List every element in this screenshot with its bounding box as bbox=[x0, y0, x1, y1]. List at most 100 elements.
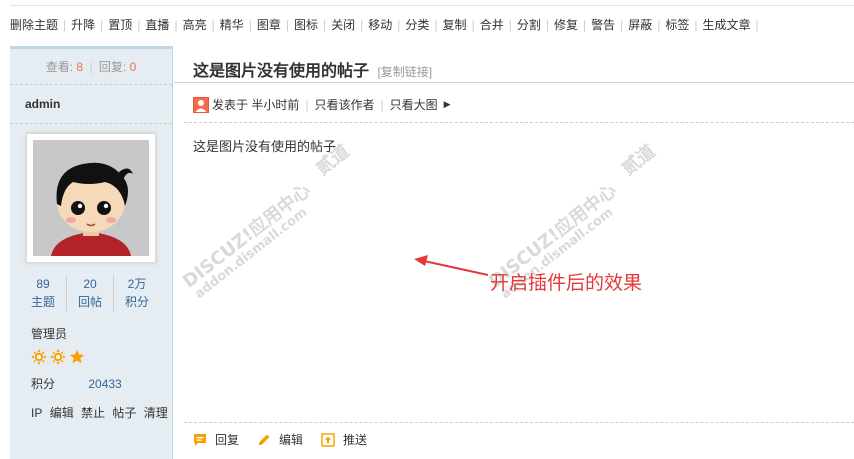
user-rank[interactable]: 管理员 bbox=[31, 325, 67, 342]
user-admin-actions: IP 编辑 禁止 帖子 清理 bbox=[31, 404, 172, 421]
push-button[interactable]: 推送 bbox=[321, 431, 367, 448]
count-label: 主题 bbox=[30, 295, 55, 309]
toolbar-separator: | bbox=[63, 17, 67, 32]
triangle-right-icon[interactable]: ▶ bbox=[444, 99, 451, 110]
post-content: 这是图片没有使用的帖子 bbox=[193, 139, 337, 154]
only-author-link[interactable]: 只看该作者 bbox=[314, 96, 374, 113]
count-value: 89 bbox=[36, 277, 50, 291]
admin-toolbar: 删除主题 | 升降 | 置顶 | 直播 | 高亮 | 精华 | 图章 | 图标 | 关闭 | 移动 | 分类 | 复制 | 合并… bbox=[0, 0, 854, 48]
toolbar-separator: | bbox=[694, 17, 698, 32]
posts-action[interactable]: 帖子 bbox=[112, 406, 136, 420]
count-label: 回帖 bbox=[77, 295, 102, 309]
toolbar-separator: | bbox=[137, 17, 141, 32]
large-image-link[interactable]: 只看大图 bbox=[390, 96, 438, 113]
toolbar-top-rule bbox=[10, 5, 854, 6]
toolbar-split-button[interactable]: 分割 bbox=[517, 16, 541, 33]
watermark-site: addon.dismall.com bbox=[192, 204, 311, 303]
toolbar-separator: | bbox=[360, 17, 364, 32]
pencil-icon bbox=[259, 434, 270, 445]
count-replies[interactable]: 20 回帖 bbox=[66, 275, 113, 311]
stats-separator: | bbox=[89, 60, 93, 74]
toolbar-separator: | bbox=[620, 17, 624, 32]
post-title-row: 这是图片没有使用的帖子 [复制链接] bbox=[193, 57, 432, 81]
post-title: 这是图片没有使用的帖子 bbox=[193, 63, 370, 80]
toolbar-move-button[interactable]: 移动 bbox=[368, 16, 392, 33]
author-icon bbox=[193, 96, 209, 113]
ip-action[interactable]: IP bbox=[31, 406, 42, 420]
annotation-text: 开启插件后的效果 bbox=[490, 273, 643, 294]
star-icon bbox=[69, 349, 85, 364]
avatar[interactable] bbox=[26, 133, 156, 263]
toolbar-separator: | bbox=[755, 17, 759, 32]
edit-user-action[interactable]: 编辑 bbox=[50, 406, 74, 420]
footer-divider bbox=[184, 422, 854, 423]
count-value: 20 bbox=[83, 277, 97, 291]
toolbar-highlight-button[interactable]: 高亮 bbox=[183, 16, 207, 33]
toolbar-separator: | bbox=[285, 17, 289, 32]
reply-icon bbox=[194, 433, 206, 446]
toolbar-close-button[interactable]: 关闭 bbox=[331, 16, 355, 33]
toolbar-raise-lower-button[interactable]: 升降 bbox=[71, 16, 95, 33]
ban-action[interactable]: 禁止 bbox=[81, 406, 105, 420]
title-divider bbox=[174, 82, 854, 83]
rank-stars bbox=[31, 349, 85, 365]
toolbar-merge-button[interactable]: 合并 bbox=[480, 16, 504, 33]
posted-time: 发表于 半小时前 bbox=[212, 98, 300, 112]
toolbar-separator: | bbox=[657, 17, 661, 32]
replies-label: 回复: bbox=[98, 60, 127, 74]
score-label: 积分 bbox=[31, 377, 56, 391]
post-actions: 回复 编辑 推送 bbox=[193, 431, 385, 448]
username[interactable]: admin bbox=[10, 85, 172, 123]
edit-button[interactable]: 编辑 bbox=[257, 431, 303, 448]
post-main: 这是图片没有使用的帖子 [复制链接] 发表于 半小时前 | 只看该作者 | 只看… bbox=[174, 46, 854, 459]
arrow-left-icon bbox=[414, 255, 489, 276]
toolbar-stamp-button[interactable]: 图章 bbox=[257, 16, 281, 33]
push-icon bbox=[321, 432, 335, 447]
toolbar-live-button[interactable]: 直播 bbox=[145, 16, 169, 33]
toolbar-separator: | bbox=[582, 17, 587, 32]
toolbar-separator: | bbox=[174, 17, 178, 32]
toolbar-repair-button[interactable]: 修复 bbox=[554, 16, 578, 33]
toolbar-separator: | bbox=[545, 17, 549, 32]
toolbar-copy-button[interactable]: 复制 bbox=[443, 16, 467, 33]
toolbar-delete-thread-button[interactable]: 删除主题 bbox=[10, 16, 58, 33]
toolbar-separator: | bbox=[323, 17, 327, 32]
user-counts: 89 主题 20 回帖 2万 积分 bbox=[20, 275, 160, 311]
username-divider bbox=[10, 123, 172, 124]
count-value: 2万 bbox=[127, 277, 147, 291]
sun-icon bbox=[31, 349, 47, 365]
toolbar-icon-button[interactable]: 图标 bbox=[294, 16, 318, 33]
edit-label: 编辑 bbox=[279, 433, 304, 447]
count-credits[interactable]: 2万 积分 bbox=[113, 275, 160, 311]
reply-button[interactable]: 回复 bbox=[193, 431, 239, 448]
toolbar-tag-button[interactable]: 标签 bbox=[665, 16, 689, 33]
push-label: 推送 bbox=[343, 433, 368, 447]
toolbar-separator: | bbox=[434, 17, 438, 32]
toolbar-digest-button[interactable]: 精华 bbox=[220, 16, 244, 33]
view-reply-stats: 查看: 8 | 回复: 0 bbox=[10, 49, 172, 85]
post-meta: 发表于 半小时前 | 只看该作者 | 只看大图 ▶ bbox=[193, 96, 451, 113]
user-sidebar: 查看: 8 | 回复: 0 admin 89 主题 20 回帖 2万 积分 管理… bbox=[10, 46, 173, 459]
toolbar-separator: | bbox=[508, 17, 512, 32]
reply-label: 回复 bbox=[215, 433, 240, 447]
views-label: 查看: bbox=[45, 60, 74, 74]
copy-link-button[interactable]: [复制链接] bbox=[377, 65, 432, 79]
cleanup-action[interactable]: 清理 bbox=[144, 406, 168, 420]
replies-count: 0 bbox=[129, 60, 137, 74]
sun-icon bbox=[50, 349, 66, 365]
toolbar-stick-button[interactable]: 置顶 bbox=[108, 16, 132, 33]
meta-divider bbox=[184, 122, 854, 123]
toolbar-warn-button[interactable]: 警告 bbox=[591, 16, 615, 33]
toolbar-generate-article-button[interactable]: 生成文章 bbox=[703, 16, 751, 33]
toolbar-block-button[interactable]: 屏蔽 bbox=[628, 16, 652, 33]
toolbar-separator: | bbox=[211, 17, 215, 32]
meta-separator: | bbox=[305, 97, 309, 112]
toolbar-separator: | bbox=[471, 17, 475, 32]
count-threads[interactable]: 89 主题 bbox=[20, 275, 66, 311]
views-count: 8 bbox=[76, 60, 84, 74]
watermark-mark: 贰道 bbox=[618, 140, 660, 180]
toolbar-items: 删除主题 | 升降 | 置顶 | 直播 | 高亮 | 精华 | 图章 | 图标 | 关闭 | 移动 | 分类 | 复制 | 合并… bbox=[10, 16, 764, 33]
toolbar-category-button[interactable]: 分类 bbox=[405, 16, 429, 33]
cartoon-boy-avatar-icon bbox=[33, 140, 149, 256]
avatar-image bbox=[33, 140, 149, 256]
